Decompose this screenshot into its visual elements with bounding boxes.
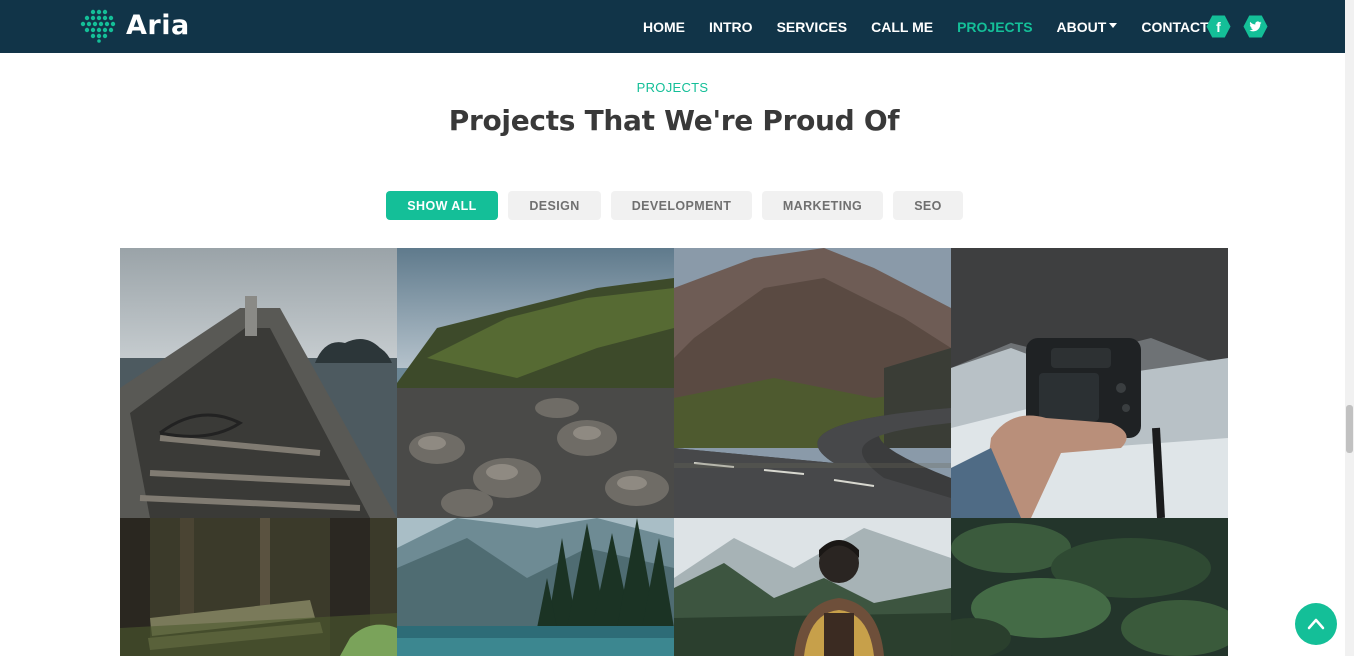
facebook-button[interactable]: f xyxy=(1206,14,1231,39)
hiker-photo xyxy=(674,518,951,656)
dots-logo-icon xyxy=(80,9,116,43)
back-to-top-button[interactable] xyxy=(1295,603,1337,645)
page: Aria HOME INTRO SERVICES CALL ME PROJECT… xyxy=(0,0,1354,656)
nav-contact[interactable]: CONTACT xyxy=(1141,19,1208,35)
caret-down-icon xyxy=(1109,23,1118,28)
project-tile-greenery[interactable] xyxy=(951,518,1228,656)
boat-photo xyxy=(120,248,397,518)
chevron-up-icon xyxy=(1307,618,1325,630)
project-tile-hiker[interactable] xyxy=(674,518,951,656)
filter-seo[interactable]: SEO xyxy=(893,191,963,220)
nav-projects[interactable]: PROJECTS xyxy=(957,19,1032,35)
nav-home[interactable]: HOME xyxy=(643,19,685,35)
nav-services[interactable]: SERVICES xyxy=(777,19,848,35)
nav-call-me[interactable]: CALL ME xyxy=(871,19,933,35)
green-forest-photo xyxy=(951,518,1228,656)
facebook-icon: f xyxy=(1216,18,1221,35)
nav-links: HOME INTRO SERVICES CALL ME PROJECTS ABO… xyxy=(643,0,1233,53)
project-tile-coast[interactable] xyxy=(397,248,674,518)
project-tile-camera[interactable] xyxy=(951,248,1228,518)
filter-marketing[interactable]: MARKETING xyxy=(762,191,883,220)
section-label: PROJECTS xyxy=(636,80,709,95)
rocky-coast-photo xyxy=(397,248,674,518)
nav-about-dropdown[interactable]: ABOUT xyxy=(1057,19,1118,35)
project-tile-road[interactable] xyxy=(674,248,951,518)
nav-about-label: ABOUT xyxy=(1056,18,1107,35)
brand-logo[interactable]: Aria xyxy=(80,9,190,43)
brand-name: Aria xyxy=(126,10,190,41)
project-tile-bench[interactable] xyxy=(120,518,397,656)
forest-bench-photo xyxy=(120,518,397,656)
project-tile-boat[interactable] xyxy=(120,248,397,518)
filter-development[interactable]: DEVELOPMENT xyxy=(611,191,752,220)
mountain-lake-photo xyxy=(397,518,674,656)
section-title: Projects That We're Proud Of xyxy=(448,104,900,137)
scrollbar-thumb[interactable] xyxy=(1346,405,1353,453)
nav-intro[interactable]: INTRO xyxy=(709,19,753,35)
mountain-road-photo xyxy=(674,248,951,518)
page-scrollbar[interactable] xyxy=(1345,0,1354,656)
twitter-button[interactable] xyxy=(1243,14,1268,39)
twitter-icon xyxy=(1249,21,1262,32)
filter-design[interactable]: DESIGN xyxy=(508,191,601,220)
filter-show-all[interactable]: SHOW ALL xyxy=(386,191,498,220)
project-tile-lake[interactable] xyxy=(397,518,674,656)
navbar: Aria HOME INTRO SERVICES CALL ME PROJECT… xyxy=(0,0,1345,53)
camera-in-hand-photo xyxy=(951,248,1228,518)
